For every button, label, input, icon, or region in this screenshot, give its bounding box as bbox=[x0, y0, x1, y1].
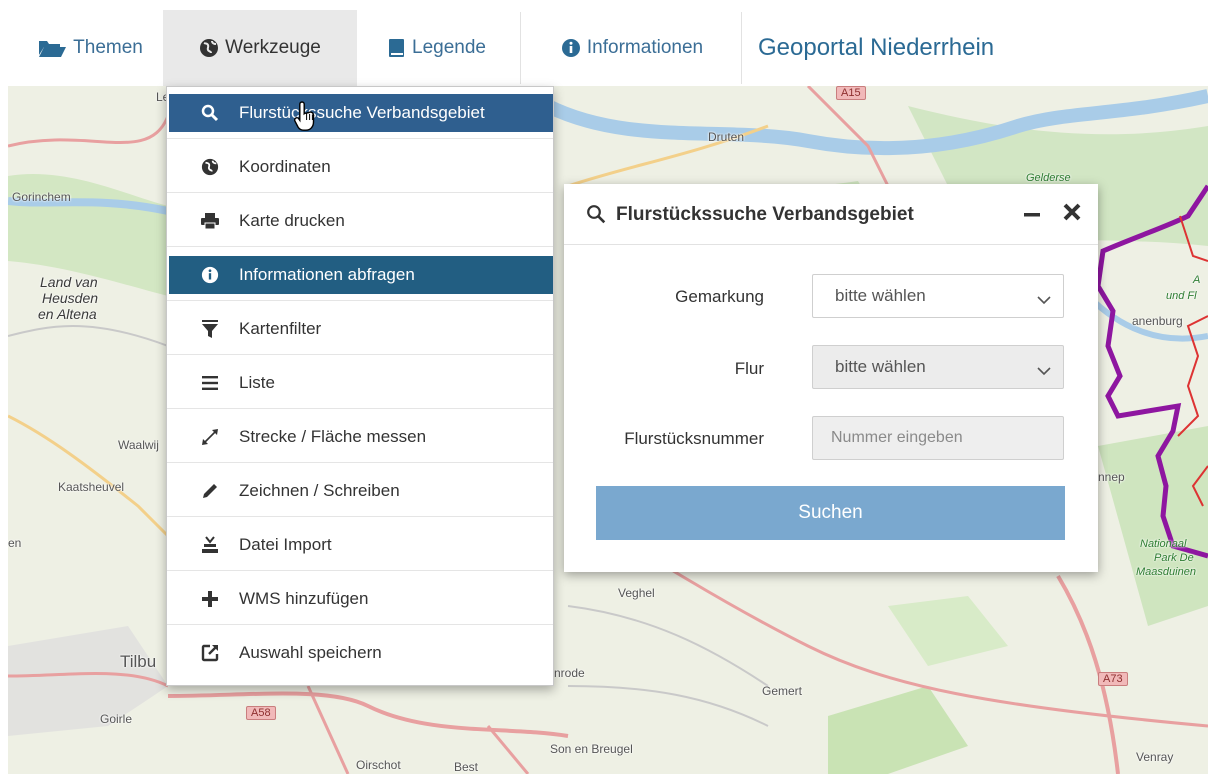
map-label-np-3: Maasduinen bbox=[1136, 566, 1196, 578]
map-label-druten: Druten bbox=[708, 130, 745, 144]
globe-icon bbox=[199, 158, 221, 176]
search-icon bbox=[586, 204, 606, 229]
list-icon bbox=[199, 375, 221, 390]
map-label-np-1: Nationaal bbox=[1140, 538, 1187, 550]
map-label-gelderse: Gelderse bbox=[1026, 172, 1071, 184]
map-label-erp: nrode bbox=[554, 666, 585, 680]
close-icon[interactable] bbox=[1060, 198, 1084, 226]
road-shield-a73: A73 bbox=[1098, 672, 1128, 686]
menu-item-label: Strecke / Fläche messen bbox=[239, 426, 427, 446]
menu-item-label: Flurstückssuche Verbandsgebiet bbox=[239, 102, 485, 122]
map-label-goirle: Goirle bbox=[100, 712, 133, 726]
flurstuecksnummer-input[interactable] bbox=[812, 416, 1064, 460]
globe-icon bbox=[199, 38, 219, 58]
menu-item-label: Datei Import bbox=[239, 534, 332, 554]
panel-title: Flurstückssuche Verbandsgebiet bbox=[616, 204, 914, 225]
menu-item-informationen-abfragen[interactable]: Informationen abfragen bbox=[167, 249, 553, 301]
top-navbar: Themen Werkzeuge Legende Informationen G… bbox=[0, 0, 1208, 86]
gemarkung-label: Gemarkung bbox=[675, 287, 764, 306]
map-label-venray: Venray bbox=[1136, 750, 1174, 764]
menu-item-kartenfilter[interactable]: Kartenfilter bbox=[167, 303, 553, 355]
map-label-a: A bbox=[1193, 274, 1201, 286]
panel-header: Flurstückssuche Verbandsgebiet bbox=[564, 184, 1098, 245]
tools-dropdown-menu: Flurstückssuche Verbandsgebiet Koordinat… bbox=[166, 86, 554, 686]
brand-title: Geoportal Niederrhein bbox=[758, 34, 995, 61]
menu-item-datei-import[interactable]: Datei Import bbox=[167, 519, 553, 571]
info-icon bbox=[561, 38, 581, 58]
menu-item-label: Koordinaten bbox=[239, 156, 331, 176]
nav-themen[interactable]: Themen bbox=[20, 10, 160, 86]
menu-item-karte-drucken[interactable]: Karte drucken bbox=[167, 195, 553, 247]
map-label-best: Best bbox=[454, 760, 479, 774]
menu-item-messen[interactable]: Strecke / Fläche messen bbox=[167, 411, 553, 463]
chevron-down-icon bbox=[1037, 290, 1051, 310]
road-shield-a15: A15 bbox=[836, 86, 866, 100]
menu-item-label: Informationen abfragen bbox=[239, 264, 415, 284]
nav-informationen[interactable]: Informationen bbox=[530, 10, 734, 86]
search-icon bbox=[199, 104, 221, 122]
menu-item-label: Zeichnen / Schreiben bbox=[239, 480, 400, 500]
menu-item-liste[interactable]: Liste bbox=[167, 357, 553, 409]
gemarkung-value: bitte wählen bbox=[835, 286, 926, 305]
measure-icon bbox=[199, 428, 221, 446]
flur-select[interactable]: bitte wählen bbox=[812, 345, 1064, 389]
map-label-son-en-breugel: Son en Breugel bbox=[550, 742, 633, 756]
menu-item-label: WMS hinzufügen bbox=[239, 588, 369, 608]
menu-item-zeichnen[interactable]: Zeichnen / Schreiben bbox=[167, 465, 553, 517]
menu-item-wms-hinzufuegen[interactable]: WMS hinzufügen bbox=[167, 573, 553, 625]
map-label-oirschot: Oirschot bbox=[356, 758, 401, 772]
hand-cursor-icon bbox=[293, 100, 320, 137]
filter-icon bbox=[199, 319, 221, 338]
flur-value: bitte wählen bbox=[835, 357, 926, 376]
map-label-en: en bbox=[8, 536, 22, 550]
road-shield-a58: A58 bbox=[246, 706, 276, 720]
nav-legende-label: Legende bbox=[412, 37, 486, 58]
menu-item-auswahl-speichern[interactable]: Auswahl speichern bbox=[167, 627, 553, 679]
map-label-kaatsheuvel: Kaatsheuvel bbox=[58, 480, 125, 494]
menu-item-label: Kartenfilter bbox=[239, 318, 322, 338]
nav-divider bbox=[741, 12, 742, 84]
map-label-gennep: nnep bbox=[1098, 470, 1125, 484]
book-icon bbox=[388, 38, 406, 58]
menu-item-koordinaten[interactable]: Koordinaten bbox=[167, 141, 553, 193]
menu-item-flurstueckssuche[interactable]: Flurstückssuche Verbandsgebiet bbox=[167, 87, 553, 139]
map-label-heusden: Heusden bbox=[42, 290, 99, 306]
nav-divider bbox=[520, 12, 521, 84]
import-icon bbox=[199, 535, 221, 554]
nav-werkzeuge-label: Werkzeuge bbox=[225, 37, 321, 58]
nav-themen-label: Themen bbox=[73, 37, 143, 58]
map-label-en-altena: en Altena bbox=[38, 306, 97, 322]
nav-informationen-label: Informationen bbox=[586, 37, 704, 58]
map-label-und-fl: und Fl bbox=[1166, 290, 1197, 302]
pencil-icon bbox=[199, 482, 221, 500]
map-label-ranenburg: anenburg bbox=[1132, 314, 1183, 328]
printer-icon bbox=[199, 212, 221, 229]
flur-label: Flur bbox=[734, 359, 764, 378]
minimize-icon[interactable] bbox=[1020, 198, 1044, 226]
flurstueckssuche-panel: Flurstückssuche Verbandsgebiet Gemarkung… bbox=[564, 184, 1098, 572]
gemarkung-select[interactable]: bitte wählen bbox=[812, 274, 1064, 318]
menu-item-label: Auswahl speichern bbox=[239, 643, 382, 662]
map-label-land-van: Land van bbox=[40, 274, 98, 290]
suchen-button[interactable]: Suchen bbox=[596, 486, 1065, 540]
menu-item-label: Liste bbox=[239, 372, 275, 392]
chevron-down-icon bbox=[1037, 361, 1051, 381]
map-label-veghel: Veghel bbox=[618, 586, 655, 600]
map-label-tilburg: Tilbu bbox=[120, 652, 157, 671]
map-label-np-2: Park De bbox=[1154, 552, 1194, 564]
map-label-gorinchem: Gorinchem bbox=[12, 190, 71, 204]
plus-icon bbox=[199, 590, 221, 607]
flurstuecksnummer-label: Flurstücksnummer bbox=[624, 429, 764, 448]
nav-werkzeuge[interactable]: Werkzeuge bbox=[163, 10, 357, 86]
map-label-waalwijk: Waalwij bbox=[118, 438, 159, 452]
share-icon bbox=[199, 644, 221, 662]
info-icon bbox=[199, 266, 221, 284]
map-label-gemert: Gemert bbox=[762, 684, 803, 698]
folder-open-icon bbox=[37, 37, 67, 59]
nav-legende[interactable]: Legende bbox=[362, 10, 512, 86]
menu-item-label: Karte drucken bbox=[239, 210, 345, 230]
